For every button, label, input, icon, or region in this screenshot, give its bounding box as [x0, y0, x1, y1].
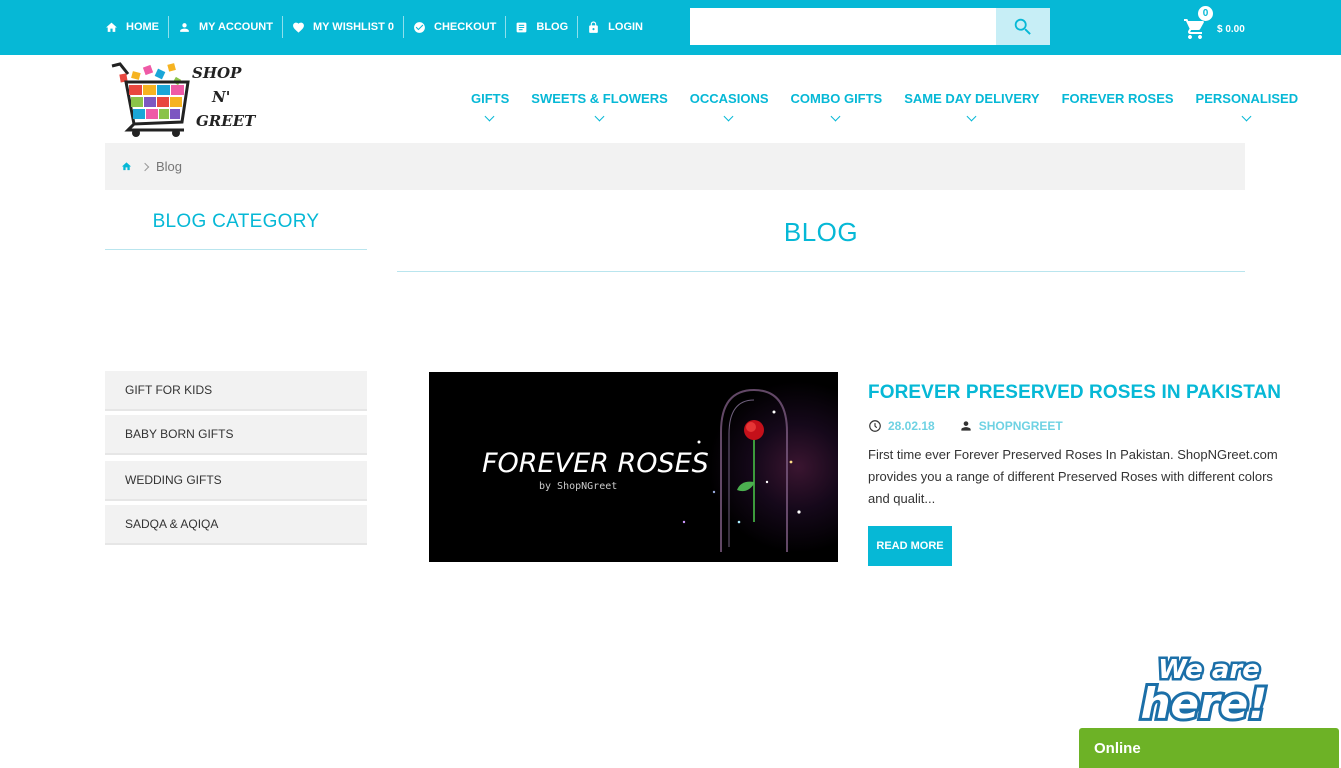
category-item[interactable]: BABY BORN GIFTS	[105, 413, 367, 455]
top-links: HOME MY ACCOUNT MY WISHLIST 0 CHECKOUT B…	[105, 16, 652, 38]
post-meta: 28.02.18 SHOPNGREET	[868, 419, 1063, 433]
top-bar: HOME MY ACCOUNT MY WISHLIST 0 CHECKOUT B…	[0, 0, 1341, 55]
nav-sweets-flowers[interactable]: SWEETS & FLOWERS	[520, 91, 679, 131]
chevron-down-icon	[966, 111, 977, 122]
chevron-down-icon	[1241, 111, 1252, 122]
post-author[interactable]: SHOPNGREET	[959, 419, 1063, 433]
nav-occasions-label: OCCASIONS	[689, 91, 769, 106]
user-icon	[961, 421, 971, 431]
user-icon	[180, 22, 189, 32]
image-subcaption: by ShopNGreet	[539, 481, 617, 492]
home-link-label: HOME	[126, 21, 159, 33]
read-more-button[interactable]: READ MORE	[868, 526, 952, 566]
post-date: 28.02.18	[868, 419, 935, 433]
document-icon	[517, 22, 527, 32]
cart-button[interactable]: 0 $ 0.00	[1182, 6, 1252, 48]
category-item[interactable]: GIFT FOR KIDS	[105, 369, 367, 411]
my-account-link[interactable]: MY ACCOUNT	[169, 16, 283, 38]
post-excerpt: First time ever Forever Preserved Roses …	[868, 447, 1278, 506]
chevron-down-icon	[594, 111, 604, 122]
my-wishlist-label: MY WISHLIST 0	[312, 21, 395, 33]
cart-total: $ 0.00	[1217, 24, 1245, 35]
sidebar-title: BLOG CATEGORY	[152, 211, 320, 232]
nav-combo-gifts-label: COMBO GIFTS	[790, 91, 883, 106]
main-nav: GIFTS SWEETS & FLOWERS OCCASIONS COMBO G…	[460, 91, 1309, 131]
logo-text-line2: N'	[212, 88, 231, 106]
chevron-down-icon	[484, 111, 495, 122]
login-link[interactable]: LOGIN	[578, 16, 652, 38]
chat-badge-line2: here!	[1141, 679, 1268, 728]
chat-badge[interactable]: We are here!	[1134, 648, 1284, 732]
blog-category-list: GIFT FOR KIDS BABY BORN GIFTS WEDDING GI…	[105, 369, 367, 547]
nav-combo-gifts[interactable]: COMBO GIFTS	[780, 91, 894, 131]
search-input[interactable]	[690, 8, 996, 45]
breadcrumb: Blog	[105, 143, 1245, 190]
page-title: BLOG	[783, 217, 859, 247]
nav-sweets-flowers-label: SWEETS & FLOWERS	[531, 91, 668, 106]
blog-link-label: BLOG	[536, 21, 569, 33]
nav-same-day-delivery[interactable]: SAME DAY DELIVERY	[893, 91, 1050, 131]
home-icon	[106, 22, 117, 32]
nav-personalised-label: PERSONALISED	[1195, 91, 1299, 106]
nav-forever-roses[interactable]: FOREVER ROSES	[1051, 91, 1185, 131]
chat-status-bar[interactable]: Online	[1079, 728, 1339, 768]
heart-icon	[293, 22, 304, 33]
category-item[interactable]: WEDDING GIFTS	[105, 459, 367, 501]
cart-count-badge: 0	[1198, 6, 1213, 21]
search-button[interactable]	[996, 8, 1050, 45]
home-link[interactable]: HOME	[105, 16, 169, 38]
nav-gifts[interactable]: GIFTS	[460, 91, 520, 131]
nav-gifts-label: GIFTS	[471, 91, 510, 106]
forever-roses-image: FOREVER ROSES by ShopNGreet	[429, 372, 838, 562]
post-date-value: 28.02.18	[888, 419, 935, 433]
sidebar-divider	[105, 249, 367, 250]
nav-forever-roses-label: FOREVER ROSES	[1061, 91, 1174, 106]
breadcrumb-home-icon[interactable]	[121, 161, 132, 172]
image-caption: FOREVER ROSES	[482, 448, 709, 479]
chevron-down-icon	[830, 111, 841, 122]
checkout-link[interactable]: CHECKOUT	[404, 16, 507, 38]
category-item[interactable]: SADQA & AQIQA	[105, 503, 367, 545]
post-thumbnail[interactable]: FOREVER ROSES by ShopNGreet	[429, 372, 838, 562]
search-bar	[690, 8, 1050, 45]
post-author-name: SHOPNGREET	[978, 419, 1063, 433]
clock-icon	[869, 420, 881, 432]
logo-text-line1: SHOP	[192, 64, 242, 82]
post-title[interactable]: FOREVER PRESERVED ROSES IN PAKISTAN	[868, 382, 1281, 404]
logo-text-line3: GREET	[196, 112, 256, 130]
blog-link[interactable]: BLOG	[506, 16, 579, 38]
my-account-label: MY ACCOUNT	[199, 21, 273, 33]
search-icon	[1014, 18, 1031, 35]
title-divider	[397, 271, 1245, 272]
login-label: LOGIN	[608, 21, 644, 33]
check-circle-icon	[414, 21, 425, 33]
nav-occasions[interactable]: OCCASIONS	[679, 91, 780, 131]
nav-personalised[interactable]: PERSONALISED	[1185, 91, 1310, 131]
we-are-here-graphic: We are here!	[1138, 653, 1271, 732]
chevron-right-icon	[140, 162, 150, 171]
checkout-label: CHECKOUT	[434, 21, 497, 33]
site-logo[interactable]: SHOP N' GREET	[110, 60, 260, 138]
nav-same-day-delivery-label: SAME DAY DELIVERY	[904, 91, 1040, 106]
cart-logo-graphic	[111, 62, 190, 137]
my-wishlist-link[interactable]: MY WISHLIST 0	[283, 16, 405, 38]
breadcrumb-current: Blog	[156, 159, 183, 174]
lock-icon	[589, 21, 599, 33]
chevron-down-icon	[723, 111, 734, 122]
